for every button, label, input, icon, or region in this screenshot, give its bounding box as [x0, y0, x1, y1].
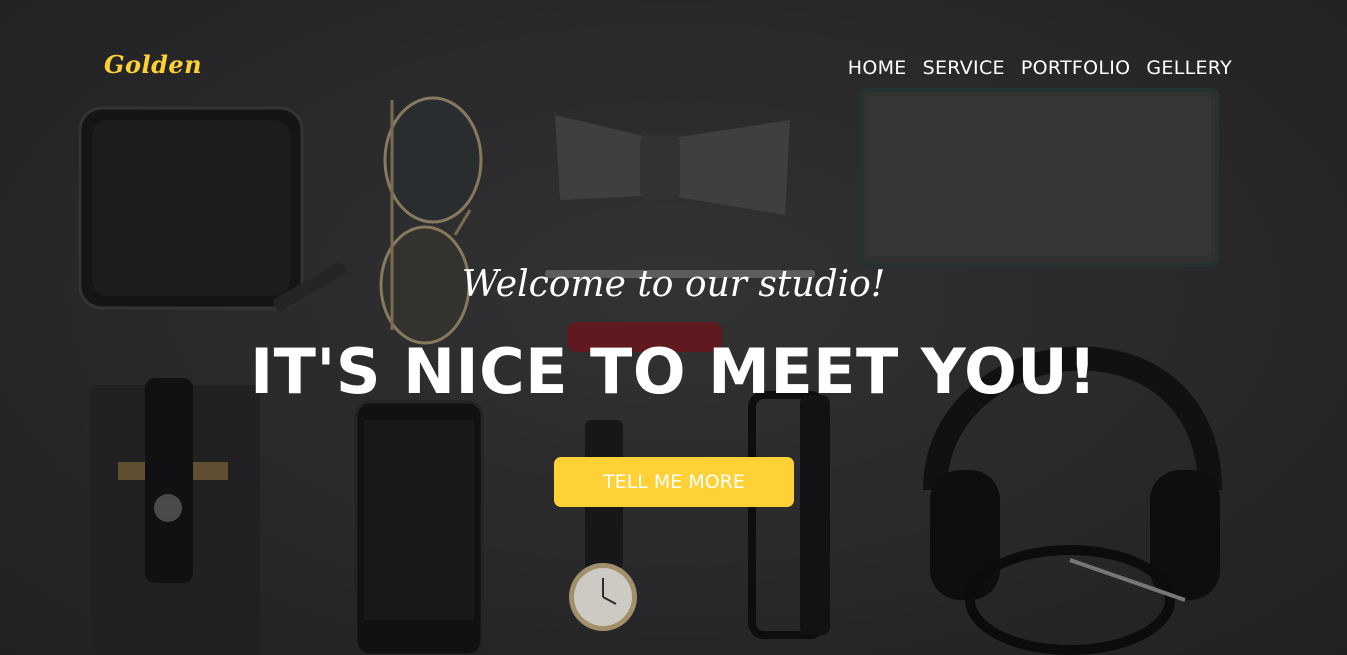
nav-item-home[interactable]: HOME — [848, 57, 907, 79]
nav-item-service[interactable]: SERVICE — [923, 57, 1005, 79]
hero-heading: IT'S NICE TO MEET YOU! — [250, 335, 1097, 408]
nav-item-gellery[interactable]: GELLERY — [1146, 57, 1232, 79]
background-overlay — [0, 0, 1347, 655]
hero-section: Golden HOME SERVICE PORTFOLIO GELLERY We… — [0, 0, 1347, 655]
hero-subheading: Welcome to our studio! — [461, 264, 886, 305]
tell-me-more-button[interactable]: TELL ME MORE — [554, 457, 794, 507]
main-nav: HOME SERVICE PORTFOLIO GELLERY — [848, 57, 1232, 79]
brand-logo[interactable]: Golden — [104, 50, 202, 79]
nav-item-portfolio[interactable]: PORTFOLIO — [1021, 57, 1131, 79]
